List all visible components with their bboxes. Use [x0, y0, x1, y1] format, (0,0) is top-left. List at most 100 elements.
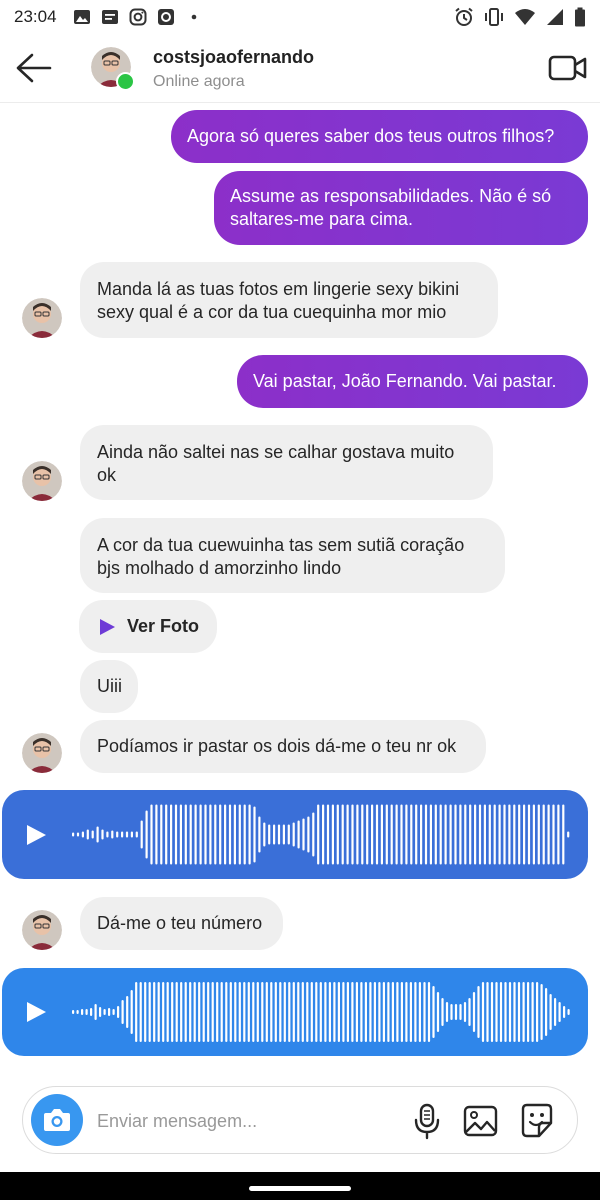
- waveform-bar: [145, 810, 148, 859]
- microphone-icon[interactable]: [407, 1101, 447, 1141]
- waveform-bar: [361, 804, 364, 865]
- waveform-bar: [189, 804, 192, 865]
- waveform-bar: [101, 829, 104, 840]
- incoming-message[interactable]: Podíamos ir pastar os dois dá-me o teu n…: [80, 720, 486, 773]
- waveform-bar: [268, 824, 271, 845]
- outgoing-message[interactable]: Assume as responsabilidades. Não é só sa…: [214, 171, 588, 245]
- message-text: Vai pastar, João Fernando. Vai pastar.: [253, 371, 557, 391]
- waveform-bar: [346, 804, 349, 865]
- waveform-bar: [464, 804, 467, 865]
- more-notifications-dot-icon: [191, 14, 196, 20]
- view-photo-button[interactable]: Ver Foto: [79, 600, 217, 653]
- message-text: ok: [97, 465, 117, 485]
- message-text: Dá-me o teu número: [97, 913, 263, 933]
- waveform-bar: [86, 829, 89, 840]
- waveform-bar: [287, 824, 290, 845]
- waveform-bar: [450, 1004, 453, 1020]
- waveform-bar: [328, 982, 331, 1042]
- waveform-bar: [179, 804, 182, 865]
- play-icon[interactable]: [24, 1000, 48, 1024]
- waveform-bar: [400, 982, 403, 1042]
- waveform-bar: [207, 982, 210, 1042]
- waveform-bar: [478, 804, 482, 865]
- waveform[interactable]: [68, 968, 578, 1056]
- outgoing-message[interactable]: Agora só queres saber dos teus outros fi…: [171, 110, 588, 163]
- message-input[interactable]: [95, 1101, 399, 1141]
- waveform-bar: [360, 982, 363, 1042]
- waveform-bar: [225, 982, 228, 1042]
- waveform-bar: [418, 982, 421, 1042]
- waveform-bar: [558, 1002, 561, 1022]
- voice-message[interactable]: [2, 968, 588, 1056]
- waveform-bar: [493, 804, 496, 865]
- waveform-bar: [483, 804, 486, 865]
- waveform-bar: [410, 804, 413, 865]
- message-text: Podíamos ir pastar os dois dá-me o teu n…: [97, 736, 457, 756]
- waveform-bar: [364, 982, 367, 1042]
- wifi-icon: [515, 9, 535, 25]
- avatar[interactable]: [22, 298, 62, 338]
- waveform-bar: [420, 804, 423, 865]
- waveform-bar: [94, 1004, 97, 1020]
- waveform-bar: [463, 1002, 467, 1022]
- waveform-bar: [385, 804, 388, 865]
- waveform-bar: [307, 816, 310, 853]
- waveform-bar: [459, 804, 462, 865]
- incoming-message[interactable]: Dá-me o teu número: [80, 897, 283, 950]
- video-camera-icon[interactable]: [548, 52, 588, 84]
- waveform-bar: [165, 804, 168, 865]
- waveform-bar: [395, 804, 398, 865]
- chat-header: costsjoaofernando Online agora: [0, 34, 600, 103]
- home-gesture-bar[interactable]: [249, 1186, 351, 1191]
- waveform-bar: [380, 804, 383, 865]
- battery-icon: [575, 7, 585, 27]
- play-icon[interactable]: [24, 823, 48, 847]
- camera-button[interactable]: [31, 1094, 83, 1146]
- waveform-bar: [224, 804, 227, 865]
- sticker-icon[interactable]: [517, 1101, 557, 1141]
- waveform-bar: [243, 804, 246, 865]
- waveform-bar: [174, 804, 178, 865]
- incoming-message[interactable]: Ainda não saltei nas se calhar gostava m…: [80, 425, 493, 500]
- waveform-bar: [371, 804, 374, 865]
- waveform-bar: [472, 992, 476, 1032]
- avatar[interactable]: [22, 733, 62, 773]
- waveform-bar: [252, 982, 255, 1042]
- waveform-bar: [220, 982, 223, 1042]
- waveform-bar: [209, 804, 212, 865]
- waveform-bar: [166, 982, 169, 1042]
- waveform[interactable]: [68, 790, 578, 879]
- avatar[interactable]: [22, 910, 62, 950]
- waveform-bar: [390, 804, 393, 865]
- waveform-bar: [567, 1009, 570, 1015]
- waveform-bar: [504, 982, 507, 1042]
- waveform-bar: [233, 804, 236, 865]
- outgoing-message[interactable]: Vai pastar, João Fernando. Vai pastar.: [237, 355, 588, 408]
- waveform-bar: [76, 1010, 79, 1014]
- chat-username[interactable]: costsjoaofernando: [153, 47, 314, 68]
- waveform-bar: [148, 982, 151, 1042]
- waveform-bar: [563, 1006, 566, 1018]
- waveform-bar: [429, 804, 432, 865]
- avatar[interactable]: [22, 461, 62, 501]
- incoming-message[interactable]: A cor da tua cuewuinha tas sem sutiã cor…: [80, 518, 505, 593]
- vibrate-icon: [485, 8, 503, 26]
- waveform-bar: [436, 992, 440, 1032]
- voice-message[interactable]: [2, 790, 588, 879]
- waveform-bar: [144, 982, 147, 1042]
- incoming-message[interactable]: Uiii: [80, 660, 138, 713]
- waveform-bar: [517, 982, 521, 1042]
- waveform-bar: [108, 1008, 111, 1016]
- waveform-bar: [474, 804, 477, 865]
- waveform-bar: [498, 804, 501, 865]
- camera-icon: [44, 1109, 70, 1131]
- waveform-bar: [337, 982, 340, 1042]
- waveform-bar: [139, 982, 142, 1042]
- online-status: Online agora: [153, 73, 245, 90]
- incoming-message[interactable]: Manda lá as tuas fotos em lingerie sexy …: [80, 262, 498, 338]
- arrow-left-icon[interactable]: [14, 50, 54, 86]
- waveform-bar: [424, 804, 428, 865]
- waveform-bar: [194, 804, 197, 865]
- waveform-bar: [229, 982, 232, 1042]
- image-icon[interactable]: [461, 1101, 501, 1141]
